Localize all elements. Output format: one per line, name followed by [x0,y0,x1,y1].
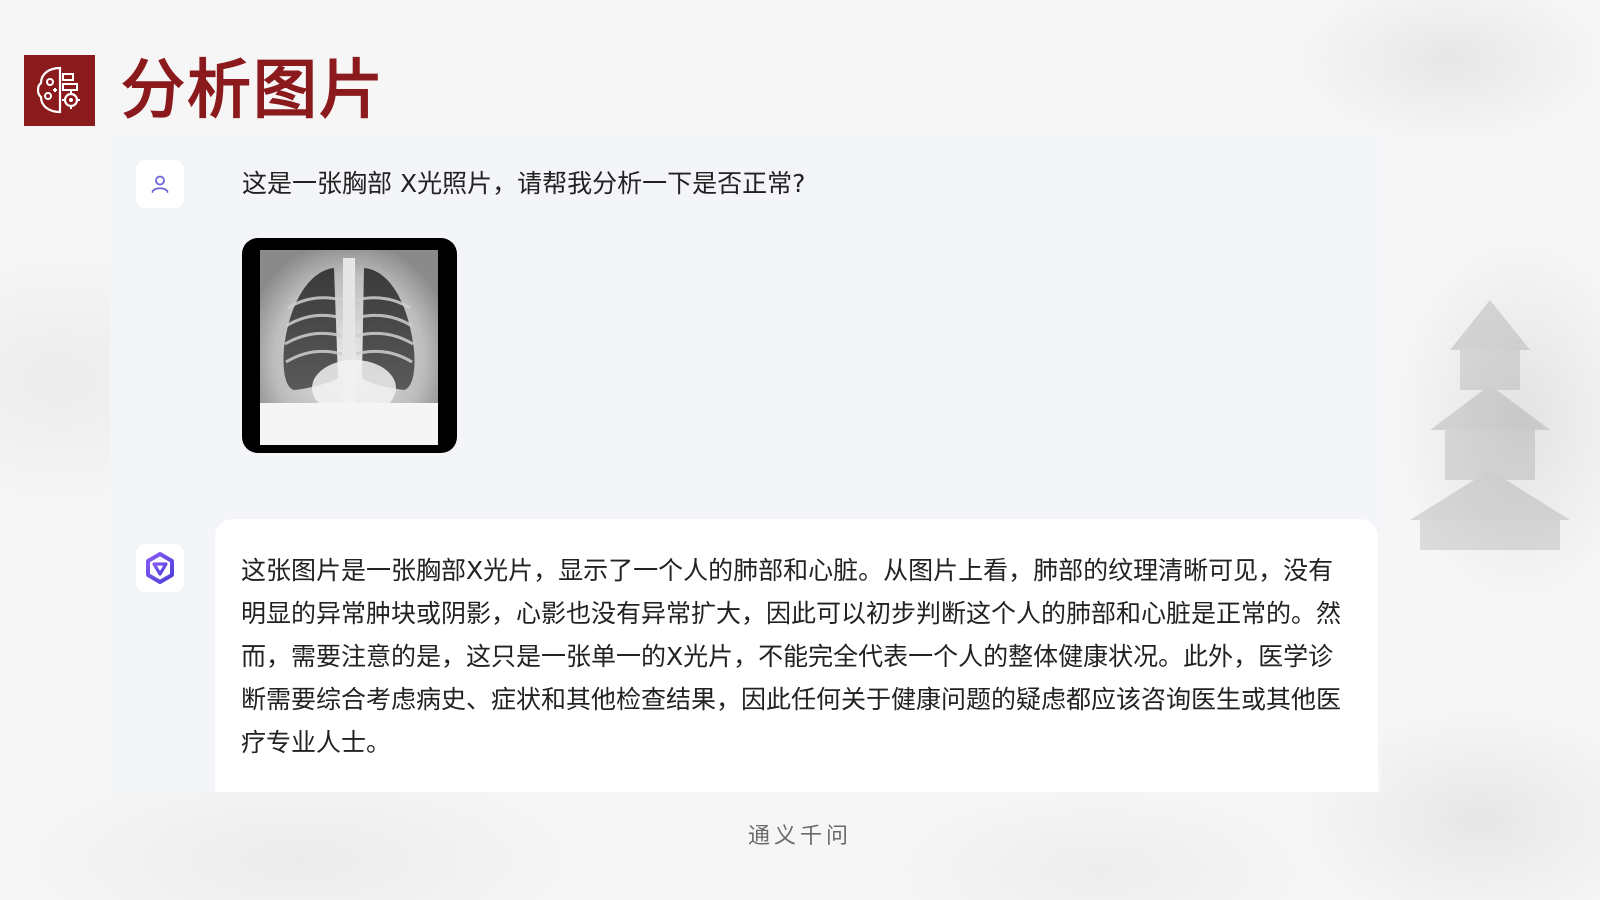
user-avatar [136,160,184,208]
pagoda-watermark [1410,300,1570,550]
chest-xray-image[interactable] [242,238,457,453]
page-title: 分析图片 [121,52,385,128]
brain-gear-icon [24,55,95,126]
footer-caption: 通义千问 [747,824,852,849]
chat-panel: 这是一张胸部 X光照片，请帮我分析一下是否正常? 这张图片是一张胸部X光片，显示… [110,134,1381,792]
assistant-message: 这张图片是一张胸部X光片，显示了一个人的肺部和心脏。从图片上看，肺部的纹理清晰可… [241,556,1342,757]
tongyi-logo-icon [146,552,174,584]
assistant-avatar [136,544,184,592]
user-icon [151,175,169,193]
user-message: 这是一张胸部 X光照片，请帮我分析一下是否正常? [242,169,806,198]
assistant-answer-card: 这张图片是一张胸部X光片，显示了一个人的肺部和心脏。从图片上看，肺部的纹理清晰可… [215,519,1378,792]
page-header: 分析图片 [24,55,385,126]
